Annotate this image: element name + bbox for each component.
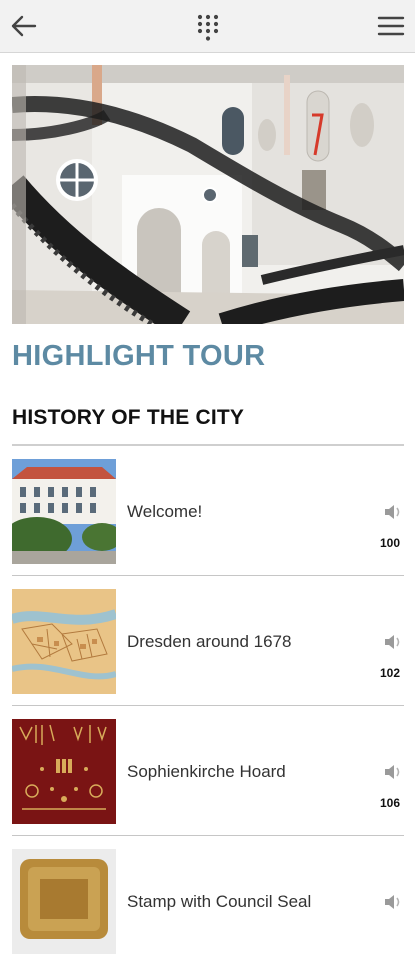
stop-title: Welcome!	[127, 502, 203, 521]
speaker-icon[interactable]	[384, 634, 402, 650]
stop-title: Sophienkirche Hoard	[127, 762, 286, 781]
arrow-left-icon[interactable]	[9, 12, 37, 40]
tour-stop-item[interactable]: Stamp with Council Seal	[12, 836, 404, 966]
stop-number: 106	[379, 796, 400, 810]
keypad-icon[interactable]	[196, 13, 220, 43]
hamburger-menu-icon[interactable]	[377, 15, 405, 37]
tour-title: HIGHLIGHT TOUR	[12, 340, 266, 372]
hero-image	[12, 65, 404, 324]
tour-stop-item[interactable]: Sophienkirche Hoard 106	[12, 706, 404, 836]
section-title: HISTORY OF THE CITY	[12, 406, 245, 429]
gold-jewelry-thumbnail	[12, 719, 116, 824]
stop-number: 100	[379, 536, 400, 550]
stop-title: Dresden around 1678	[127, 632, 292, 651]
historic-map-thumbnail	[12, 589, 116, 694]
stop-title: Stamp with Council Seal	[127, 892, 312, 911]
tour-stop-item[interactable]: Welcome! 100	[12, 446, 404, 576]
top-app-bar	[0, 0, 415, 53]
speaker-icon[interactable]	[384, 504, 402, 520]
palace-building-thumbnail	[12, 459, 116, 564]
stop-number: 102	[379, 666, 400, 680]
speaker-icon[interactable]	[384, 894, 402, 910]
tour-stop-item[interactable]: Dresden around 1678 102	[12, 576, 404, 706]
speaker-icon[interactable]	[384, 764, 402, 780]
gold-seal-thumbnail	[12, 849, 116, 954]
